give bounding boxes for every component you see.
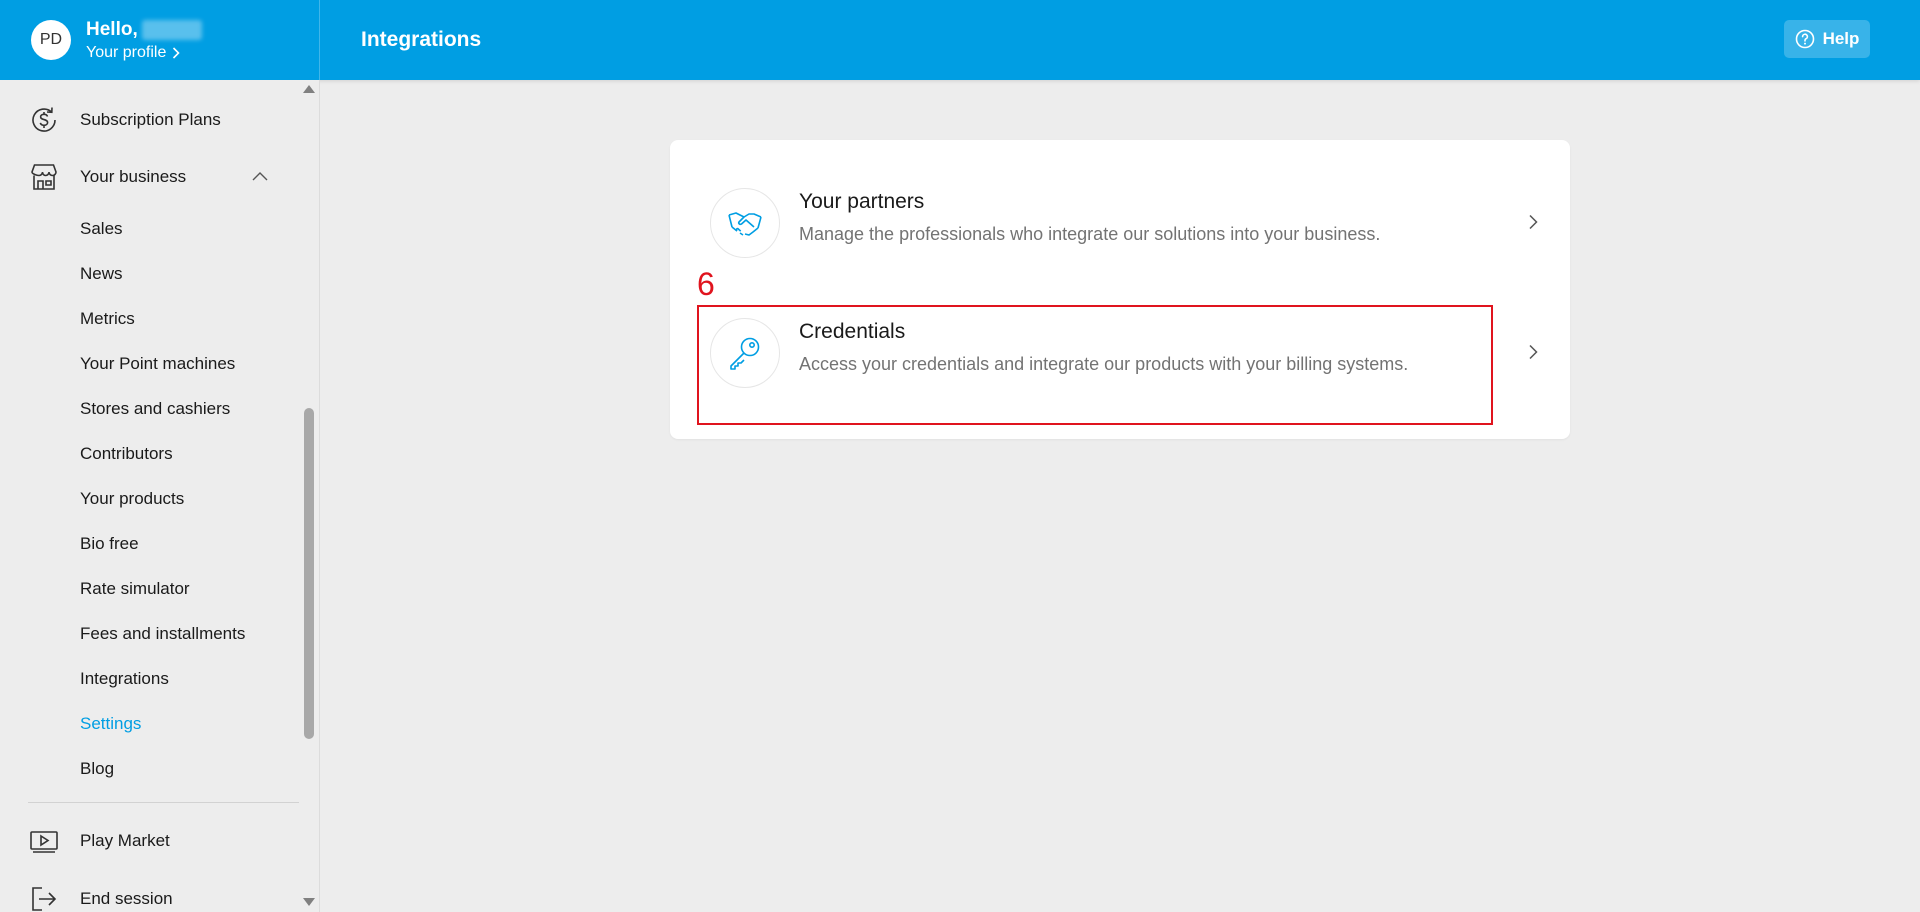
sidebar-item-subscription-plans[interactable]: Subscription Plans [28,101,221,139]
scroll-up-arrow-icon[interactable] [303,85,315,93]
sidebar-item-rate-simulator[interactable]: Rate simulator [80,579,190,599]
sidebar-item-play-market[interactable]: Play Market [28,822,170,860]
sidebar-item-integrations[interactable]: Integrations [80,669,169,689]
sidebar-item-bio-free[interactable]: Bio free [80,534,139,554]
sidebar-item-end-session[interactable]: End session [28,880,173,912]
chevron-right-icon[interactable] [1528,344,1538,360]
integration-description: Manage the professionals who integrate o… [799,224,1381,244]
annotation-label: 6 [697,266,715,302]
avatar[interactable]: PD [31,20,71,60]
sidebar-item-stores-cashiers[interactable]: Stores and cashiers [80,399,230,419]
chevron-right-icon[interactable] [1528,214,1538,230]
sidebar-item-fees-installments[interactable]: Fees and installments [80,624,245,644]
sidebar-divider [28,802,299,803]
greeting-label: Hello, [86,18,138,40]
chevron-up-icon[interactable] [252,171,268,181]
integration-title: Your partners [799,190,925,213]
integration-row-partners[interactable]: Your partners Manage the professionals w… [710,168,1538,278]
play-icon [28,825,60,857]
logout-icon [28,883,60,912]
page-title: Integrations [361,28,482,51]
sidebar-item-your-products[interactable]: Your products [80,489,184,509]
sidebar-item-contributors[interactable]: Contributors [80,444,173,464]
profile-text: Hello, Your profile [86,19,202,62]
top-header: PD Hello, Your profile Integrations Help [0,0,1920,80]
chevron-right-icon [173,46,180,59]
scroll-down-arrow-icon[interactable] [303,898,315,906]
help-button[interactable]: Help [1784,20,1870,58]
annotation-highlight-box [697,305,1493,425]
question-circle-icon [1795,29,1814,49]
sidebar-item-label: End session [80,889,173,908]
store-icon [28,161,60,193]
sidebar-item-news[interactable]: News [80,264,123,284]
greeting: Hello, [86,19,202,41]
sidebar-item-label: Your business [80,167,187,186]
help-label: Help [1822,29,1860,48]
sidebar-item-label: Subscription Plans [80,110,221,129]
sidebar-item-blog[interactable]: Blog [80,759,114,779]
sidebar-item-point-machines[interactable]: Your Point machines [80,354,235,374]
scrollbar-thumb[interactable] [304,408,314,739]
profile-link[interactable]: PD Hello, Your profile [0,0,320,80]
redacted-user-name [141,19,202,40]
sidebar-item-metrics[interactable]: Metrics [80,309,135,329]
your-profile-label: Your profile [86,43,167,61]
your-profile-link[interactable]: Your profile [86,44,202,62]
sidebar-item-label: Play Market [80,831,170,850]
sidebar-item-sales[interactable]: Sales [80,219,123,239]
sidebar-item-settings[interactable]: Settings [80,714,141,734]
sidebar-item-your-business[interactable]: Your business [28,158,186,196]
dollar-refresh-icon [28,104,60,136]
handshake-icon [710,188,780,258]
